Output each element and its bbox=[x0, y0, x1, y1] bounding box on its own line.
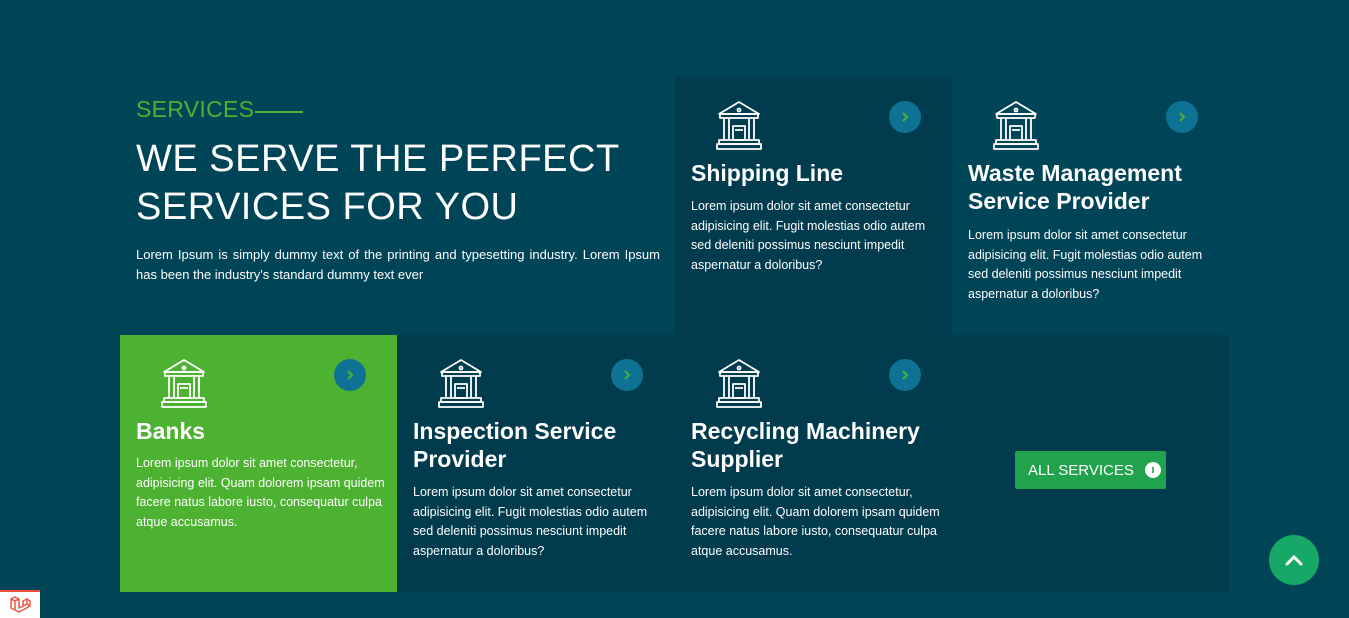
service-card-shipping-line[interactable]: Shipping Line Lorem ipsum dolor sit amet… bbox=[675, 77, 952, 335]
service-card-waste-management[interactable]: Waste Management Service Provider Lorem … bbox=[952, 77, 1229, 335]
scroll-to-top-button[interactable] bbox=[1269, 535, 1319, 585]
service-link-button[interactable] bbox=[611, 359, 643, 391]
bank-building-icon bbox=[716, 101, 762, 150]
bank-building-icon bbox=[716, 359, 762, 408]
bank-building-icon bbox=[993, 101, 1039, 150]
service-description: Lorem ipsum dolor sit amet consectetur, … bbox=[136, 456, 385, 529]
bank-building-icon bbox=[161, 359, 207, 408]
service-description: Lorem ipsum dolor sit amet consectetur a… bbox=[413, 485, 648, 558]
laravel-logo-icon[interactable] bbox=[0, 590, 40, 618]
service-title: Inspection Service Provider bbox=[413, 418, 617, 472]
all-services-label: ALL SERVICES bbox=[1028, 461, 1134, 479]
service-title: Shipping Line bbox=[691, 160, 844, 186]
service-card-banks[interactable]: Banks Lorem ipsum dolor sit amet consect… bbox=[120, 335, 397, 592]
heading-line-1: WE SERVE THE PERFECT bbox=[136, 138, 620, 180]
bank-building-icon bbox=[438, 359, 484, 408]
service-link-button[interactable] bbox=[1166, 101, 1198, 133]
all-services-button[interactable]: ALL SERVICES bbox=[1015, 451, 1166, 489]
service-title: Waste Management Service Provider bbox=[968, 160, 1182, 214]
services-section: SERVICES WE SERVE THE PERFECT SERVICES F… bbox=[0, 0, 1349, 618]
info-icon bbox=[1144, 462, 1161, 478]
kicker-underline bbox=[255, 111, 304, 113]
service-description: Lorem ipsum dolor sit amet consectetur, … bbox=[691, 485, 940, 558]
heading-line-2: SERVICES FOR YOU bbox=[136, 186, 519, 228]
services-intro: SERVICES WE SERVE THE PERFECT SERVICES F… bbox=[136, 95, 660, 285]
service-link-button[interactable] bbox=[889, 359, 921, 391]
service-description: Lorem ipsum dolor sit amet consectetur a… bbox=[691, 199, 926, 272]
service-description: Lorem ipsum dolor sit amet consectetur a… bbox=[968, 228, 1203, 301]
section-heading: WE SERVE THE PERFECT SERVICES FOR YOU bbox=[136, 135, 660, 231]
service-title: Recycling Machinery Supplier bbox=[691, 418, 920, 472]
chevron-right-icon bbox=[347, 370, 354, 380]
chevron-right-icon bbox=[1179, 112, 1186, 122]
section-description: Lorem Ipsum is simply dummy text of the … bbox=[136, 247, 660, 282]
section-kicker: SERVICES bbox=[136, 95, 660, 123]
kicker-label: SERVICES bbox=[136, 96, 255, 122]
chevron-right-icon bbox=[624, 370, 631, 380]
service-card-inspection[interactable]: Inspection Service Provider Lorem ipsum … bbox=[397, 335, 674, 592]
service-link-button[interactable] bbox=[889, 101, 921, 133]
service-link-button[interactable] bbox=[334, 359, 366, 391]
chevron-right-icon bbox=[902, 370, 909, 380]
chevron-up-icon bbox=[1285, 554, 1303, 566]
chevron-right-icon bbox=[902, 112, 909, 122]
service-title: Banks bbox=[136, 418, 206, 444]
service-card-recycling[interactable]: Recycling Machinery Supplier Lorem ipsum… bbox=[675, 335, 952, 592]
